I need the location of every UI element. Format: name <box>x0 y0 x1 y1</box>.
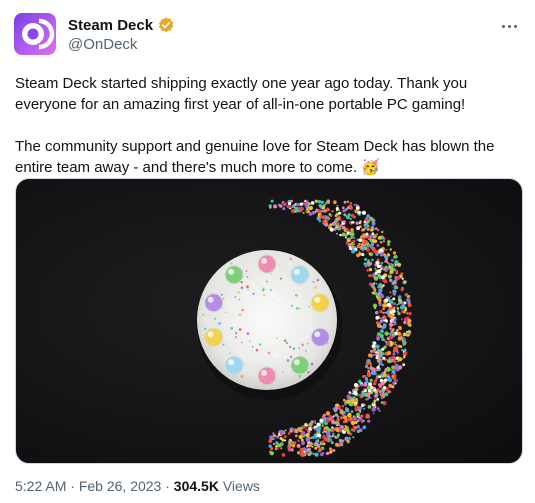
tweet-paragraph-1: Steam Deck started shipping exactly one … <box>15 75 468 113</box>
candy-ball <box>204 293 224 313</box>
avatar[interactable] <box>14 13 56 55</box>
cake-with-sprinkles-image <box>197 199 412 457</box>
meta-separator: · <box>70 478 75 494</box>
author-display-name[interactable]: Steam Deck <box>68 17 153 34</box>
candy-ball <box>290 355 310 375</box>
candy-ball <box>290 265 310 285</box>
author-handle[interactable]: @OnDeck <box>68 36 137 53</box>
tweet-time[interactable]: 5:22 AM <box>15 478 66 494</box>
author-name-row: Steam Deck <box>68 16 175 34</box>
more-options-icon[interactable] <box>497 18 521 34</box>
candy-ball <box>204 327 224 347</box>
tweet-meta: 5:22 AM · Feb 26, 2023 · 304.5K Views <box>15 478 260 494</box>
meta-separator: · <box>165 478 170 494</box>
verified-badge-icon[interactable] <box>157 16 175 34</box>
tweet-paragraph-2: The community support and genuine love f… <box>15 138 495 176</box>
cake-inner-circle <box>221 274 313 366</box>
tweet: Steam Deck @OnDeck Steam Deck started sh… <box>0 0 535 503</box>
steam-deck-logo-icon <box>22 18 55 50</box>
candy-ball <box>224 265 244 285</box>
views-count: 304.5K <box>173 478 219 494</box>
views-label: Views <box>222 478 260 494</box>
candy-ball <box>310 327 330 347</box>
candy-ball <box>224 355 244 375</box>
candy-ball <box>310 293 330 313</box>
tweet-text: Steam Deck started shipping exactly one … <box>15 73 525 178</box>
tweet-date[interactable]: Feb 26, 2023 <box>79 478 162 494</box>
candy-ball <box>257 254 277 274</box>
tweet-media-image[interactable] <box>15 178 523 464</box>
candy-ball <box>257 366 277 386</box>
